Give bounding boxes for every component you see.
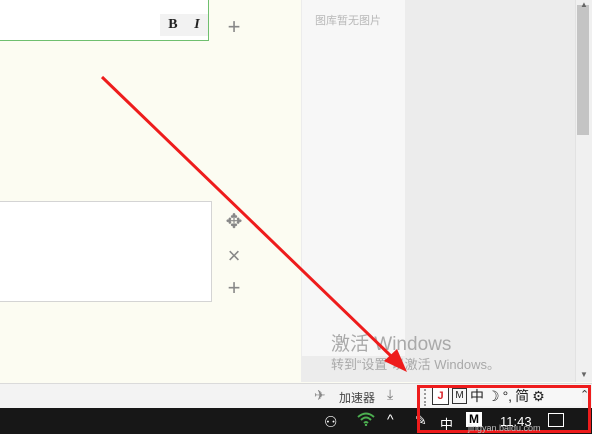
annotation-arrow — [100, 75, 407, 372]
arrow-shaft — [100, 75, 394, 359]
site-watermark: jingyan.baidu.com — [468, 423, 541, 433]
